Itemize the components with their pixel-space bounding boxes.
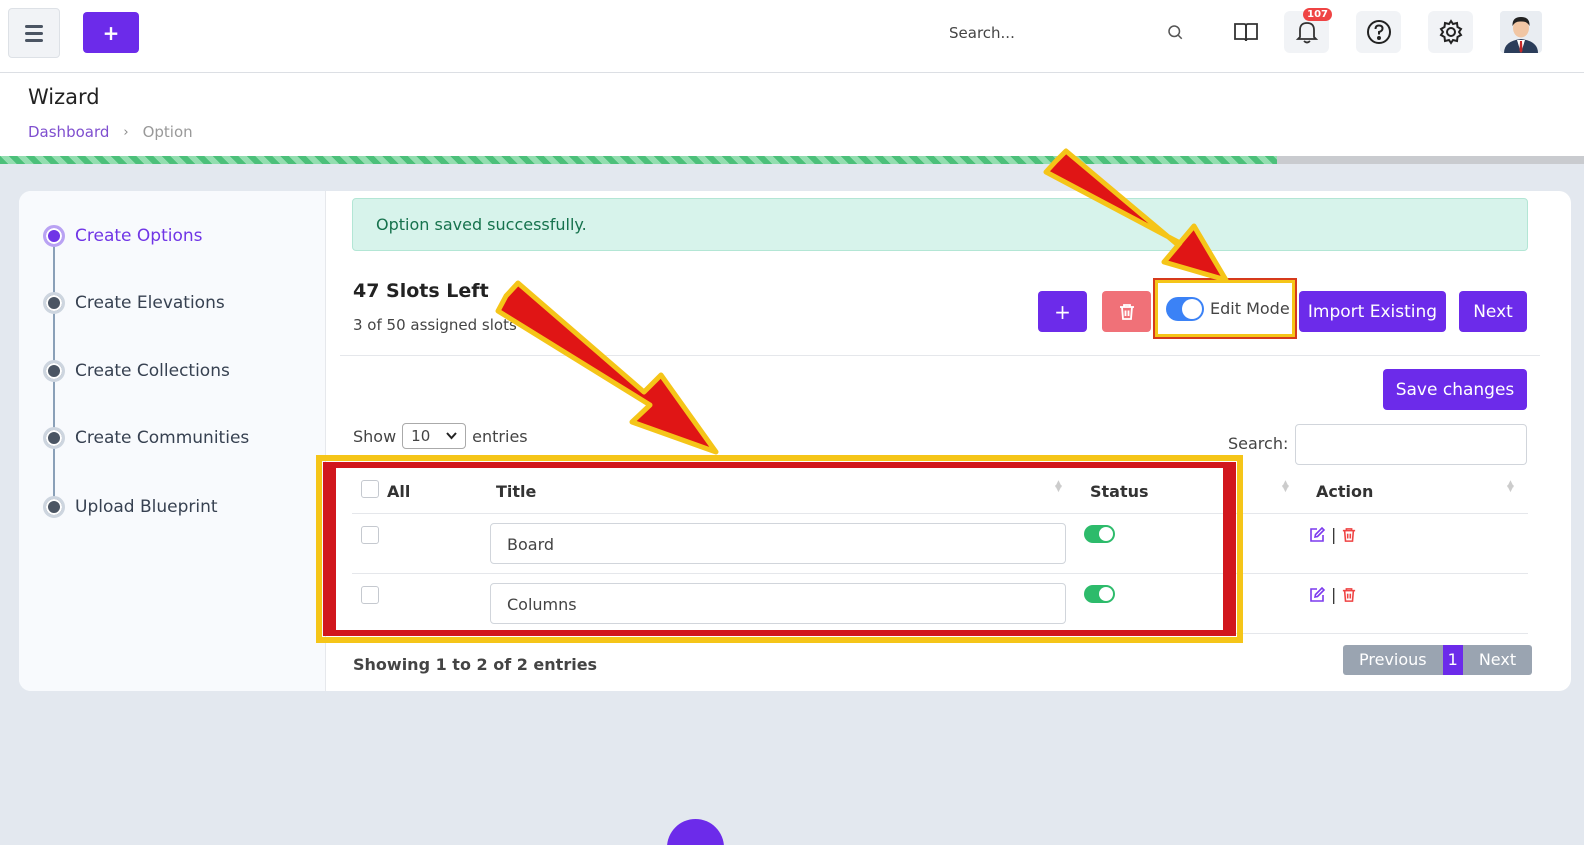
step-dot-icon (43, 427, 65, 449)
bell-icon (1295, 22, 1318, 44)
breadcrumb: Dashboard › Option (28, 123, 193, 141)
help-icon (1366, 20, 1391, 44)
pagination-next-button[interactable]: Next (1462, 645, 1533, 675)
slots-title: 47 Slots Left (353, 280, 489, 302)
notifications-button[interactable]: 107 (1284, 8, 1332, 53)
entries-value: 10 (411, 427, 431, 445)
help-button[interactable] (1356, 11, 1401, 53)
step-create-communities[interactable]: Create Communities (43, 427, 249, 449)
table-search-input[interactable] (1295, 424, 1527, 465)
sort-arrows-icon[interactable]: ▲ ▼ (1507, 480, 1514, 494)
edit-icon[interactable] (1309, 586, 1325, 603)
action-separator: | (1331, 585, 1337, 604)
edit-mode-label: Edit Mode (1210, 299, 1290, 318)
show-label: Show (353, 426, 397, 446)
entries-label: entries (472, 426, 528, 446)
step-upload-blueprint[interactable]: Upload Blueprint (43, 496, 218, 518)
search-input[interactable]: Search... (949, 24, 1015, 42)
edit-mode-switch[interactable] (1166, 296, 1204, 321)
trash-icon (1119, 303, 1134, 320)
row-actions: | (1309, 585, 1356, 604)
column-action[interactable]: Action (1316, 482, 1373, 501)
notification-count-badge: 107 (1303, 8, 1332, 21)
table-info: Showing 1 to 2 of 2 entries (353, 655, 598, 674)
trash-icon[interactable] (1342, 587, 1356, 603)
entries-select[interactable]: 10 (402, 423, 467, 449)
gear-icon (1439, 19, 1462, 45)
floating-action-button[interactable] (667, 819, 724, 845)
breadcrumb-dashboard-link[interactable]: Dashboard (28, 123, 109, 141)
pagination-previous-button[interactable]: Previous (1343, 645, 1443, 675)
show-entries-control: Show 10 entries (353, 423, 528, 449)
step-label: Create Options (75, 226, 203, 246)
settings-button[interactable] (1428, 11, 1473, 53)
next-button[interactable]: Next (1459, 291, 1527, 332)
annotation-highlight-box (316, 455, 1243, 643)
step-label: Upload Blueprint (75, 497, 218, 517)
wizard-progress-fill (0, 156, 1277, 164)
row-actions: | (1309, 525, 1356, 544)
trash-icon[interactable] (1342, 527, 1356, 543)
step-dot-icon (43, 225, 65, 247)
hamburger-menu-button[interactable] (8, 8, 60, 58)
step-dot-icon (43, 360, 65, 382)
pagination: Previous 1 Next (1343, 645, 1533, 675)
top-bar: + Search... 107 (0, 0, 1584, 73)
step-dot-icon (43, 496, 65, 518)
step-label: Create Communities (75, 428, 250, 448)
global-search[interactable]: Search... (940, 16, 1190, 50)
import-existing-button[interactable]: Import Existing (1299, 291, 1446, 332)
table-search-label: Search: (1228, 434, 1289, 453)
chevron-down-icon (446, 432, 457, 440)
action-separator: | (1331, 525, 1337, 544)
sort-arrows-icon[interactable]: ▲ ▼ (1282, 480, 1289, 494)
page-title: Wizard (28, 85, 100, 109)
step-create-collections[interactable]: Create Collections (43, 360, 230, 382)
slots-subtitle: 3 of 50 assigned slots u (353, 316, 532, 334)
breadcrumb-current: Option (142, 123, 193, 141)
pagination-page-1[interactable]: 1 (1442, 645, 1463, 675)
step-label: Create Collections (75, 361, 230, 381)
step-create-elevations[interactable]: Create Elevations (43, 292, 225, 314)
wizard-progress-bar (0, 156, 1584, 164)
add-option-button[interactable]: + (1038, 291, 1087, 332)
page-header: Wizard Dashboard › Option (0, 73, 1584, 156)
wizard-steps: Create Options Create Elevations Create … (19, 191, 326, 691)
chevron-right-icon: › (123, 124, 129, 140)
docs-button[interactable] (1223, 11, 1268, 53)
step-dot-icon (43, 292, 65, 314)
step-create-options[interactable]: Create Options (43, 225, 202, 247)
quick-add-button[interactable]: + (83, 12, 139, 53)
user-avatar[interactable] (1500, 11, 1542, 53)
delete-option-button[interactable] (1102, 291, 1151, 332)
step-label: Create Elevations (75, 293, 225, 313)
search-icon[interactable] (1166, 23, 1184, 45)
edit-mode-toggle[interactable]: Edit Mode (1153, 278, 1297, 339)
success-alert: Option saved successfully. (352, 198, 1528, 251)
save-changes-button[interactable]: Save changes (1383, 369, 1527, 410)
divider (340, 355, 1540, 356)
edit-icon[interactable] (1309, 526, 1325, 543)
book-icon (1233, 23, 1258, 42)
hamburger-icon (25, 24, 43, 28)
